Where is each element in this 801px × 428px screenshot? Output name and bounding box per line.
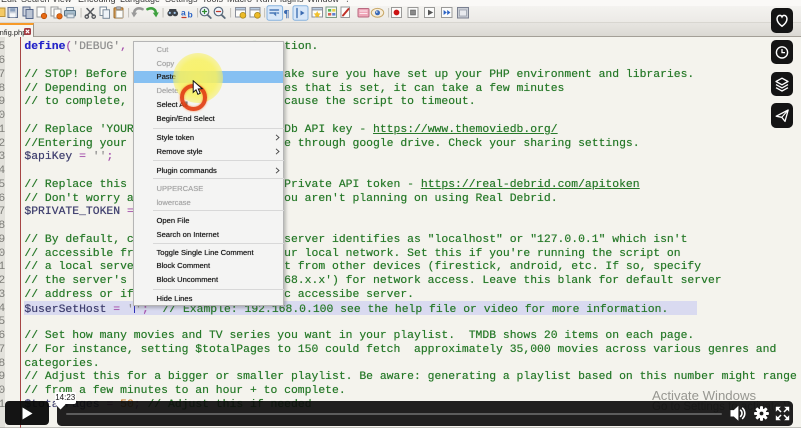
svg-text:a: a (181, 8, 186, 18)
svg-text:b: b (188, 10, 193, 20)
svg-text:¶: ¶ (284, 8, 290, 20)
